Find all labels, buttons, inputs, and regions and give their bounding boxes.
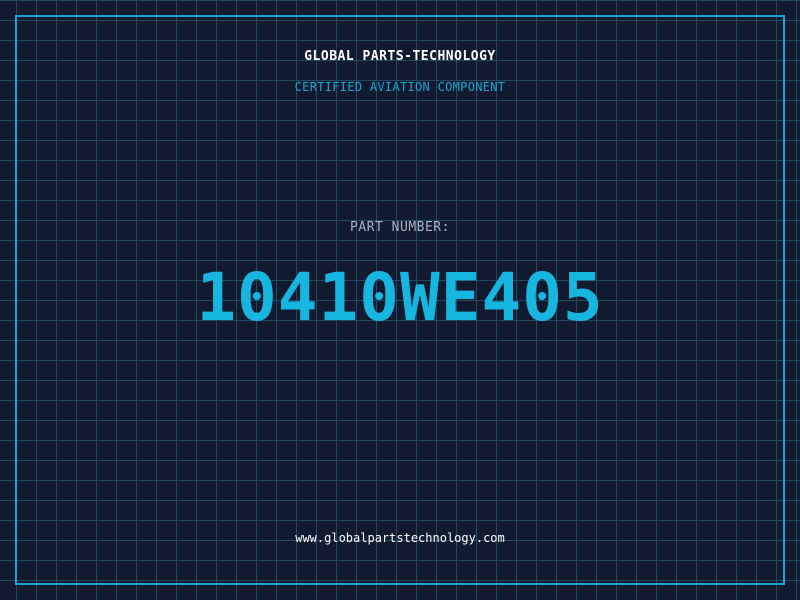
- part-label-card: GLOBAL PARTS-TECHNOLOGY CERTIFIED AVIATI…: [0, 0, 800, 600]
- part-number-label: PART NUMBER:: [350, 220, 450, 235]
- part-number-value: 10410WE405: [196, 259, 604, 336]
- certification-subtitle: CERTIFIED AVIATION COMPONENT: [294, 80, 506, 94]
- company-name: GLOBAL PARTS-TECHNOLOGY: [304, 49, 496, 64]
- website-url: www.globalpartstechnology.com: [295, 531, 505, 545]
